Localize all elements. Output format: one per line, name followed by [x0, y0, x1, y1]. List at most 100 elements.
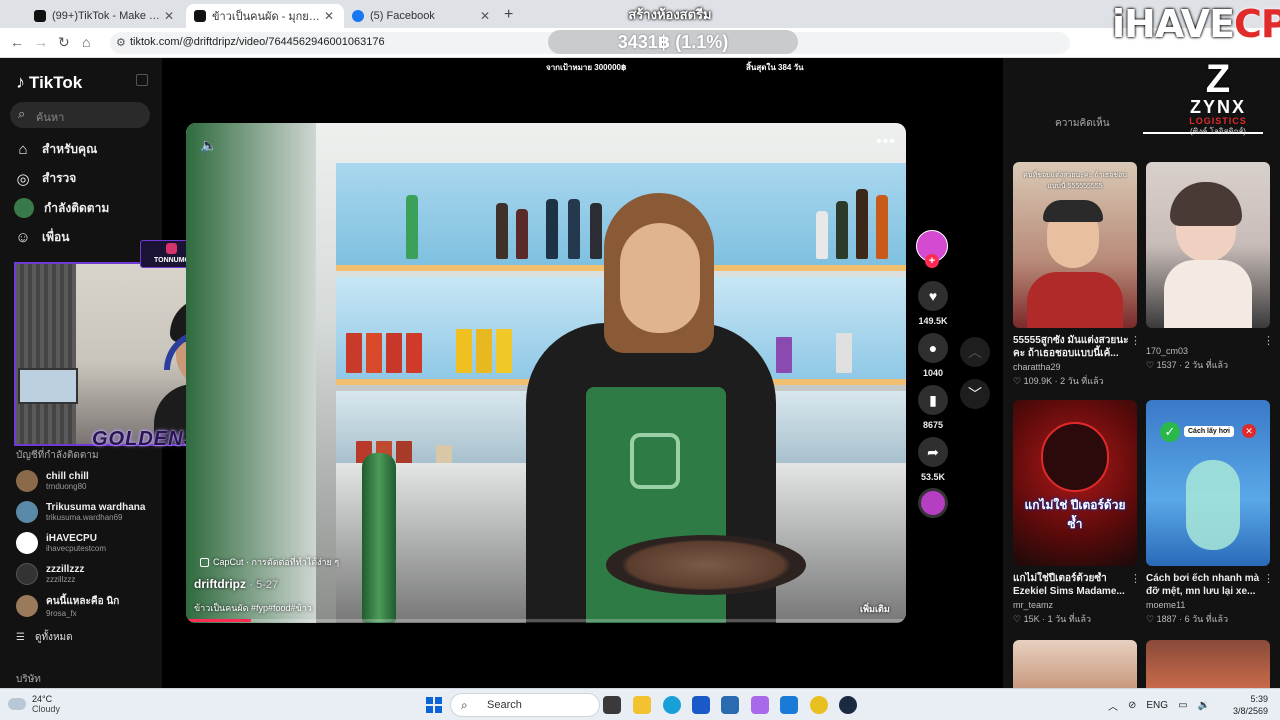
- video-thumbnail[interactable]: [1013, 640, 1137, 688]
- task-view-icon[interactable]: [603, 696, 621, 714]
- browser-tab-tiktok[interactable]: (99+)TikTok - Make Your Day ✕: [26, 4, 184, 28]
- previous-video-button[interactable]: ︿: [960, 337, 990, 367]
- compass-icon: ◎: [16, 170, 30, 188]
- see-more-link[interactable]: เพิ่มเติม: [860, 602, 890, 616]
- stream-overlay-title: สร้างห้องสตรีม: [628, 7, 712, 22]
- card-stats: ♡ 15K · 1 วัน ที่แล้ว: [1013, 614, 1092, 624]
- volume-icon[interactable]: 🔈: [200, 137, 217, 154]
- related-video-card[interactable]: แกไม่ใช่ ปีเตอร์ด้วยซ้ำ แกไม่ใช่ปีเตอร์ด…: [1013, 400, 1141, 626]
- cross-icon: ✕: [1242, 424, 1256, 438]
- card-more-icon[interactable]: ⋮: [1130, 334, 1141, 347]
- tiktok-logo[interactable]: ♪ TikTok: [16, 72, 82, 93]
- avatar: [16, 470, 38, 492]
- card-title: Cách bơi ếch nhanh mà đỡ mệt, mn lưu lại…: [1146, 573, 1260, 597]
- video-thumbnail[interactable]: [1146, 640, 1270, 688]
- nav-following[interactable]: กำลังติดตาม: [14, 198, 109, 218]
- right-panel: ความคิดเห็น คนที่ชอบแต่งสวยนะคะ ถ้าเธอชอ…: [1003, 58, 1280, 688]
- video-thumbnail: [1146, 162, 1270, 328]
- close-tab-icon[interactable]: ✕: [478, 9, 492, 23]
- tab-comments[interactable]: ความคิดเห็น: [1055, 116, 1110, 131]
- share-count: 53.5K: [920, 472, 946, 482]
- avatar: [16, 532, 38, 554]
- network-icon[interactable]: ⊘: [1128, 700, 1136, 711]
- site-info-icon[interactable]: ⚙: [116, 36, 126, 49]
- home-icon[interactable]: ⌂: [82, 34, 90, 50]
- clock[interactable]: 5:39 3/8/2569: [1228, 693, 1268, 717]
- related-video-card[interactable]: 170_cm03 ♡ 1537 · 2 วัน ที่แล้ว ⋮: [1146, 162, 1274, 372]
- system-tray: ︿ ⊘ ENG ▭ 🔉: [1108, 698, 1210, 713]
- reload-icon[interactable]: ↻: [58, 34, 70, 51]
- more-options-icon[interactable]: •••: [876, 133, 896, 151]
- like-count: 149.5K: [918, 316, 948, 326]
- browser-tab-facebook[interactable]: (5) Facebook ✕: [344, 4, 500, 28]
- browser-tab-video[interactable]: ข้าวเป็นคนผัด - มุกยเลยเพื่องข้าว | ✕: [186, 4, 344, 28]
- new-tab-button[interactable]: +: [504, 6, 513, 24]
- video-thumbnail: คนที่ชอบแต่งสวยนะคะ ถ้าเธอชอบแบบนี้ 5555…: [1013, 162, 1137, 328]
- like-button[interactable]: ♥: [918, 281, 948, 311]
- follow-plus-icon[interactable]: +: [925, 254, 939, 268]
- music-disc-icon[interactable]: [918, 488, 948, 518]
- wifi-icon[interactable]: ▭: [1178, 700, 1187, 711]
- taskbar-search[interactable]: ⌕ Search: [450, 693, 600, 717]
- list-icon: ☰: [16, 632, 25, 643]
- chevron-up-icon[interactable]: ︿: [1108, 698, 1118, 713]
- share-button[interactable]: ➦: [918, 437, 948, 467]
- card-user: moeme11: [1146, 600, 1186, 610]
- search-input[interactable]: ⌕ ค้นหา: [10, 102, 150, 128]
- video-progress-fill: [186, 619, 251, 622]
- store-icon[interactable]: [721, 696, 739, 714]
- frying-pan: [606, 535, 806, 595]
- comment-button[interactable]: ●: [918, 333, 948, 363]
- chevron-down-icon: ﹀: [968, 386, 982, 402]
- related-video-card[interactable]: ✓ Cách lấy hơi ✕ Cách bơi ếch nhanh mà đ…: [1146, 400, 1274, 626]
- company-link[interactable]: บริษัท: [16, 672, 41, 687]
- card-user: mr_teamz: [1013, 600, 1054, 610]
- card-more-icon[interactable]: ⋮: [1263, 334, 1274, 347]
- outlook-icon[interactable]: [780, 696, 798, 714]
- nav-for-you[interactable]: ⌂ สำหรับคุณ: [14, 140, 97, 159]
- nav-friends[interactable]: ☺ เพื่อน: [14, 228, 69, 247]
- chrome-icon[interactable]: [810, 696, 828, 714]
- chevron-up-icon: ︿: [968, 344, 982, 360]
- windows-taskbar: 24°C Cloudy ⌕ Search ︿ ⊘ ENG ▭ 🔉 5:39 3/…: [0, 688, 1280, 720]
- video-progress-bar[interactable]: [186, 619, 906, 622]
- close-tab-icon[interactable]: ✕: [162, 9, 176, 23]
- following-account[interactable]: chill chill trnduong80: [16, 470, 89, 492]
- close-tab-icon[interactable]: ✕: [322, 9, 336, 23]
- back-icon[interactable]: ←: [10, 34, 24, 50]
- file-explorer-icon[interactable]: [633, 696, 651, 714]
- card-more-icon[interactable]: ⋮: [1130, 572, 1141, 585]
- save-button[interactable]: ▮: [918, 385, 948, 415]
- edge-icon[interactable]: [663, 696, 681, 714]
- capcut-tag[interactable]: CapCut · การตัดต่อที่ทำได้ง่าย ๆ: [200, 555, 339, 569]
- url-text: tiktok.com/@driftdripz/video/76445629460…: [130, 36, 385, 48]
- related-video-card[interactable]: คนที่ชอบแต่งสวยนะคะ ถ้าเธอชอบแบบนี้ 5555…: [1013, 162, 1141, 388]
- forward-icon[interactable]: →: [34, 34, 48, 50]
- bookmark-icon: ▮: [929, 391, 937, 408]
- copilot-icon[interactable]: [751, 696, 769, 714]
- weather-widget[interactable]: 24°C Cloudy: [8, 694, 60, 714]
- following-account[interactable]: zzzillzzz zzzillzzz: [16, 563, 84, 585]
- author-name: driftdripz: [194, 577, 246, 591]
- tab-title: (5) Facebook: [370, 10, 435, 22]
- collapse-sidebar-icon[interactable]: [136, 74, 148, 86]
- video-player[interactable]: 🔈 ••• CapCut · การตัดต่อที่ทำได้ง่าย ๆ d…: [186, 123, 906, 623]
- language-indicator[interactable]: ENG: [1146, 700, 1168, 711]
- card-stats: ♡ 1537 · 2 วัน ที่แล้ว: [1146, 360, 1229, 370]
- app-icon[interactable]: [692, 696, 710, 714]
- following-account[interactable]: Trikusuma wardhana trikusuma.wardhan69: [16, 501, 145, 523]
- see-all-link[interactable]: ☰ ดูทั้งหมด: [16, 630, 73, 645]
- steam-icon[interactable]: [839, 696, 857, 714]
- nav-explore[interactable]: ◎ สำรวจ: [14, 169, 76, 188]
- avatar: [16, 501, 38, 523]
- monitor: [18, 368, 78, 404]
- next-video-button[interactable]: ﹀: [960, 379, 990, 409]
- start-button[interactable]: [426, 697, 442, 713]
- following-account[interactable]: iHAVECPU ihavecputestcom: [16, 532, 106, 554]
- video-author[interactable]: driftdripz · 5-27: [194, 577, 278, 591]
- speaker-icon[interactable]: 🔉: [1198, 700, 1210, 711]
- following-accounts-title: บัญชีที่กำลังติดตาม: [16, 450, 99, 461]
- capcut-icon: [200, 557, 209, 567]
- following-account[interactable]: คนนี้แหละคือ นิก 9rosa_fx: [16, 594, 119, 618]
- card-more-icon[interactable]: ⋮: [1263, 572, 1274, 585]
